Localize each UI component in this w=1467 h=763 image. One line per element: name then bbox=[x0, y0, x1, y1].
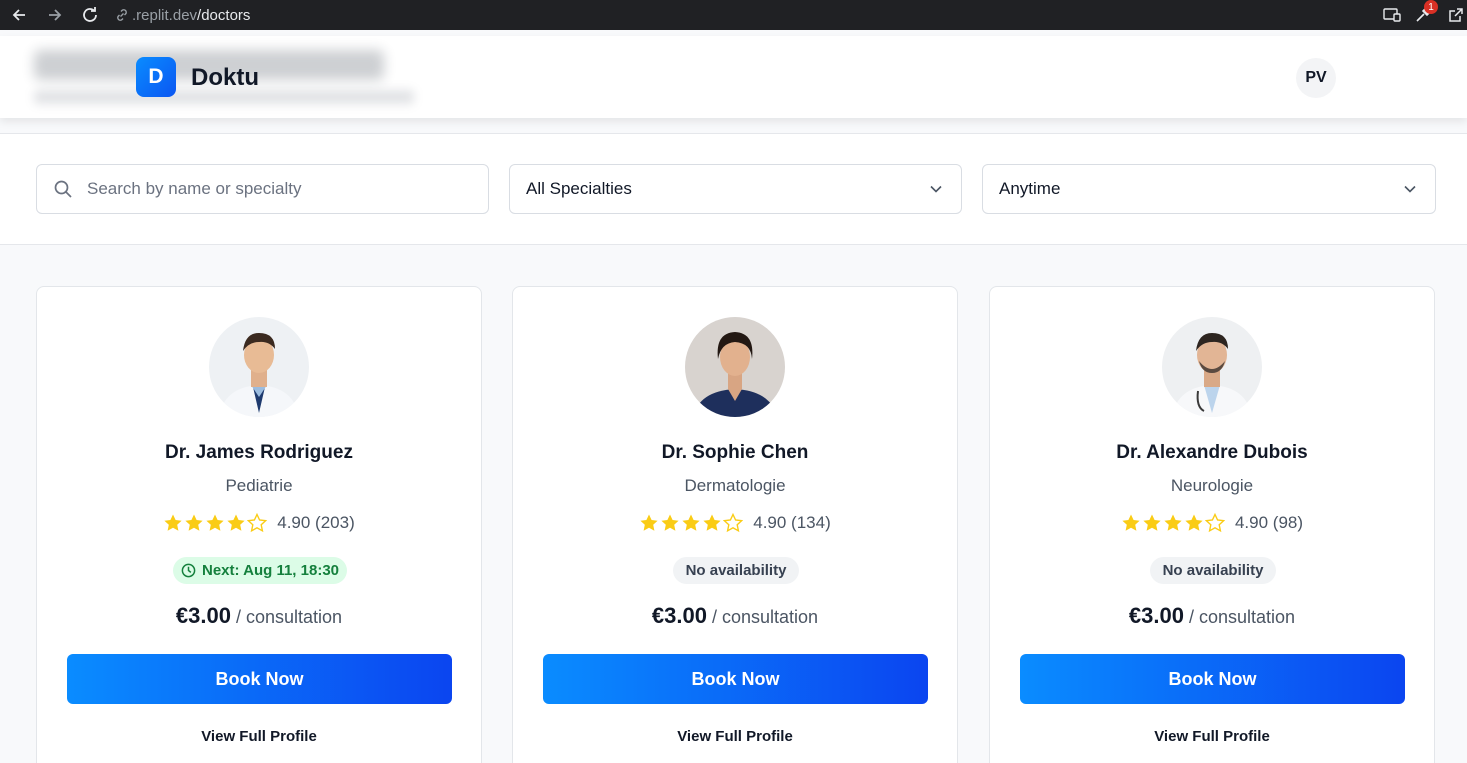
star-filled-icon bbox=[1122, 514, 1140, 531]
doctor-name: Dr. Alexandre Dubois bbox=[1116, 442, 1308, 463]
search-input[interactable]: Search by name or specialty bbox=[36, 164, 489, 214]
user-avatar[interactable]: PV bbox=[1296, 58, 1336, 98]
doctor-specialty: Pediatrie bbox=[225, 476, 293, 495]
star-filled-icon bbox=[640, 514, 658, 531]
browser-toolbar: .replit.dev/doctors 1 bbox=[0, 0, 1467, 30]
doctor-photo bbox=[1162, 317, 1262, 417]
star-filled-icon bbox=[206, 514, 224, 531]
star-empty-icon bbox=[723, 513, 744, 533]
rating-stars bbox=[163, 513, 268, 533]
doctor-name: Dr. James Rodriguez bbox=[165, 442, 353, 463]
rating-stars bbox=[1121, 513, 1225, 533]
consultation-price: €3.00 / consultation bbox=[990, 603, 1434, 629]
availability-text: No availability bbox=[685, 562, 787, 579]
reload-icon[interactable] bbox=[79, 4, 101, 26]
star-empty-icon bbox=[247, 513, 268, 533]
specialty-select[interactable]: All Specialties bbox=[509, 164, 962, 214]
availability-select[interactable]: Anytime bbox=[982, 164, 1436, 214]
rating-value: 4.90 (134) bbox=[753, 513, 831, 532]
price-unit: / consultation bbox=[706, 607, 819, 627]
rating-value: 4.90 (98) bbox=[1234, 513, 1304, 532]
open-external-icon[interactable] bbox=[1446, 5, 1466, 25]
view-profile-link[interactable]: View Full Profile bbox=[990, 728, 1434, 745]
link-icon bbox=[117, 9, 127, 21]
brand-logo[interactable]: D bbox=[136, 57, 176, 97]
address-bar[interactable]: .replit.dev/doctors bbox=[114, 4, 250, 26]
availability-badge: No availability bbox=[1150, 557, 1276, 584]
star-filled-icon bbox=[1164, 514, 1182, 531]
chevron-down-icon bbox=[930, 185, 942, 193]
star-filled-icon bbox=[227, 514, 245, 531]
availability-badge: Next: Aug 11, 18:30 bbox=[173, 557, 347, 584]
star-filled-icon bbox=[703, 514, 721, 531]
star-filled-icon bbox=[1143, 514, 1161, 531]
doctor-card: Dr. James Rodriguez Pediatrie 4.90 (203)… bbox=[36, 286, 482, 763]
rating-stars bbox=[639, 513, 744, 533]
star-filled-icon bbox=[164, 514, 182, 531]
brand-name[interactable]: Doktu bbox=[191, 64, 259, 92]
star-filled-icon bbox=[185, 514, 203, 531]
doctor-rating: 4.90 (134) bbox=[513, 513, 957, 533]
blurred-subheading bbox=[34, 90, 414, 104]
star-filled-icon bbox=[661, 514, 679, 531]
rating-value: 4.90 (203) bbox=[277, 513, 355, 532]
star-filled-icon bbox=[1185, 514, 1203, 531]
book-now-button[interactable]: Book Now bbox=[543, 654, 928, 704]
doctor-rating: 4.90 (203) bbox=[37, 513, 481, 533]
doctor-card: Dr. Sophie Chen Dermatologie 4.90 (134) … bbox=[512, 286, 958, 763]
notification-badge: 1 bbox=[1424, 0, 1438, 14]
search-placeholder: Search by name or specialty bbox=[87, 179, 302, 198]
availability-badge: No availability bbox=[673, 557, 799, 584]
back-arrow-icon[interactable] bbox=[8, 4, 30, 26]
price-amount: €3.00 bbox=[651, 603, 707, 628]
view-profile-link[interactable]: View Full Profile bbox=[513, 728, 957, 745]
specialty-select-value: All Specialties bbox=[526, 179, 632, 198]
price-amount: €3.00 bbox=[1128, 603, 1184, 628]
doctor-photo bbox=[685, 317, 785, 417]
availability-text: Next: Aug 11, 18:30 bbox=[202, 562, 339, 579]
availability-text: No availability bbox=[1162, 562, 1264, 579]
price-unit: / consultation bbox=[230, 607, 343, 627]
clock-icon bbox=[181, 563, 196, 578]
view-profile-link[interactable]: View Full Profile bbox=[37, 728, 481, 745]
doctor-specialty: Neurologie bbox=[1170, 476, 1254, 495]
doctor-specialty: Dermatologie bbox=[684, 476, 786, 495]
url-host: .replit.dev bbox=[132, 6, 198, 24]
chevron-down-icon bbox=[1404, 185, 1416, 193]
star-filled-icon bbox=[682, 514, 700, 531]
availability-select-value: Anytime bbox=[999, 179, 1061, 198]
consultation-price: €3.00 / consultation bbox=[37, 603, 481, 629]
doctor-name: Dr. Sophie Chen bbox=[661, 442, 809, 463]
url-path: /doctors bbox=[197, 6, 251, 24]
search-icon bbox=[54, 180, 72, 198]
star-empty-icon bbox=[1204, 513, 1225, 533]
doctor-photo bbox=[209, 317, 309, 417]
price-unit: / consultation bbox=[1183, 607, 1296, 627]
price-amount: €3.00 bbox=[175, 603, 231, 628]
doctor-rating: 4.90 (98) bbox=[990, 513, 1434, 533]
cast-icon[interactable] bbox=[1382, 5, 1402, 25]
book-now-button[interactable]: Book Now bbox=[1020, 654, 1405, 704]
consultation-price: €3.00 / consultation bbox=[513, 603, 957, 629]
book-now-button[interactable]: Book Now bbox=[67, 654, 452, 704]
forward-arrow-icon[interactable] bbox=[44, 4, 66, 26]
doctor-card: Dr. Alexandre Dubois Neurologie 4.90 (98… bbox=[989, 286, 1435, 763]
